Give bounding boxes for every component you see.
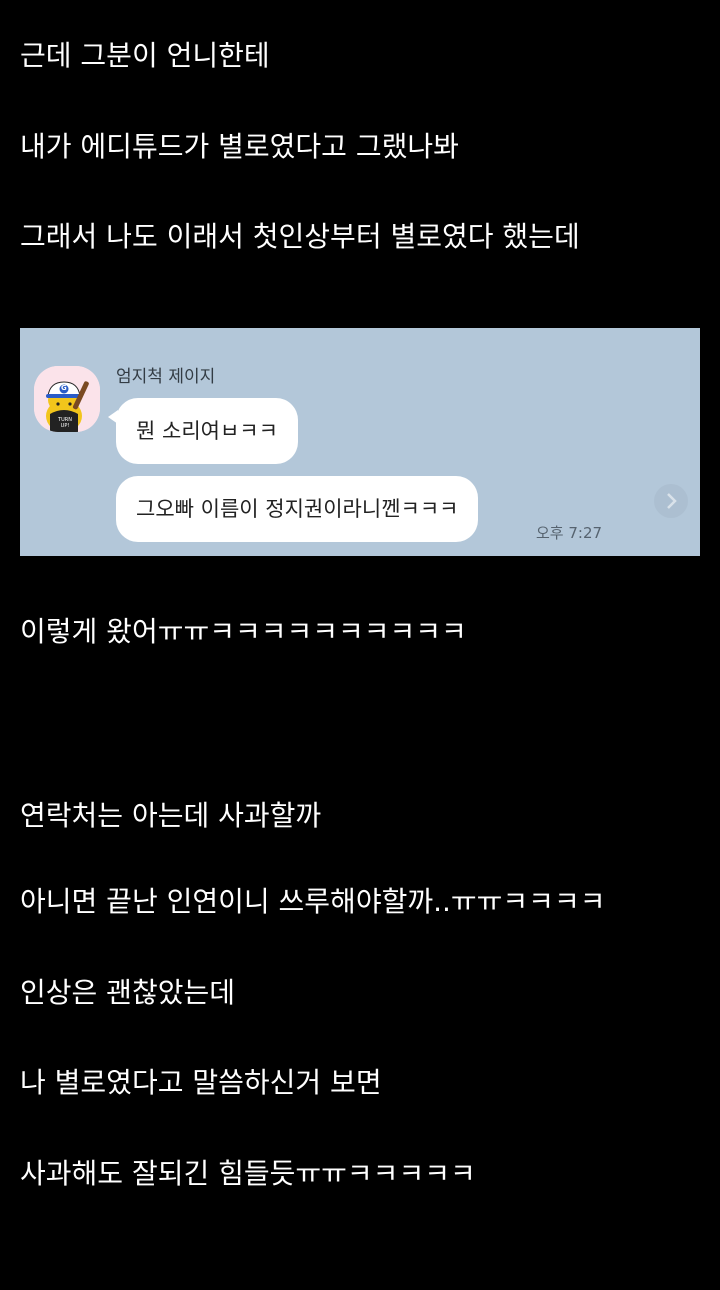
post-text-line: 나 별로였다고 말씀하신거 보면: [20, 1066, 382, 1099]
post-text-line: 연락처는 아는데 사과할까: [20, 799, 322, 832]
post-text-line: 사과해도 잘되긴 힘들듯ㅠㅠㅋㅋㅋㅋㅋ: [20, 1157, 476, 1190]
chat-screenshot: G TURN UP! 엄지척 제이지 뭔 소리여ㅂㅋㅋ 그오빠 이름이 정지권이…: [20, 328, 700, 556]
share-icon[interactable]: [654, 484, 688, 518]
avatar-cap-letter: G: [61, 384, 67, 392]
sender-name: 엄지척 제이지: [116, 367, 216, 387]
avatar: G TURN UP!: [34, 366, 100, 432]
post-text-line: 내가 에디튜드가 별로였다고 그랬나봐: [20, 130, 459, 163]
post-text-line: 인상은 괜찮았는데: [20, 976, 235, 1009]
post-text-line: 아니면 끝난 인연이니 쓰루해야할까..ㅠㅠㅋㅋㅋㅋ: [20, 885, 606, 918]
avatar-shirt-text: TURN UP!: [58, 417, 72, 429]
chat-message-bubble: 뭔 소리여ㅂㅋㅋ: [108, 398, 298, 464]
chat-message-bubble: 그오빠 이름이 정지권이라니껜ㅋㅋㅋ: [116, 476, 479, 542]
post-text-line: 근데 그분이 언니한테: [20, 39, 270, 72]
post-text-line: 이렇게 왔어ㅠㅠㅋㅋㅋㅋㅋㅋㅋㅋㅋㅋ: [20, 615, 467, 648]
message-timestamp: 오후 7:27: [536, 524, 603, 542]
post-text-line: 그래서 나도 이래서 첫인상부터 별로였다 했는데: [20, 220, 580, 253]
